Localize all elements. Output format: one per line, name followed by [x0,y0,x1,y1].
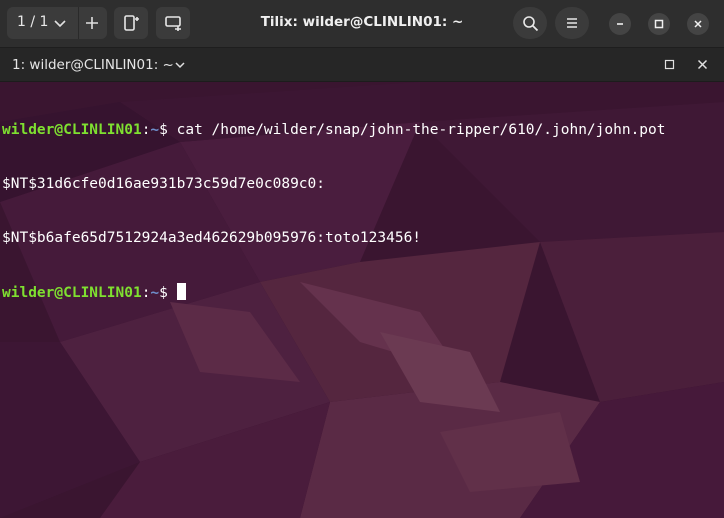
tilix-window: 1 / 1 Tilix: wilder@CLINLIN01: ~ 1: wild… [0,0,724,518]
hamburger-menu-icon [567,18,577,28]
prompt-user: wilder@CLINLIN01 [2,285,142,301]
add-terminal-right-icon [124,15,139,31]
minimize-icon [617,23,623,25]
divider [78,7,79,39]
prompt-path: ~ [150,122,160,138]
menu-button[interactable] [555,7,589,39]
search-button[interactable] [513,7,547,39]
prompt-line: wilder@CLINLIN01:~$ [2,283,666,301]
terminal-title-bar[interactable]: 1: wilder@CLINLIN01: ~ [0,48,724,82]
terminal-cursor [176,283,186,300]
terminal-close-icon[interactable] [697,59,708,70]
prompt-path: ~ [150,285,160,301]
chevron-down-icon[interactable] [174,59,186,71]
add-terminal-right-button[interactable] [114,7,148,39]
close-icon [694,20,702,28]
terminal-title[interactable]: 1: wilder@CLINLIN01: ~ [12,57,174,73]
output-line: $NT$b6afe65d7512924a3ed462629b095976:tot… [2,230,422,246]
chevron-down-icon[interactable] [53,16,67,30]
prompt-symbol: $ [159,122,168,138]
prompt-user: wilder@CLINLIN01 [2,122,142,138]
plus-icon[interactable] [83,14,101,32]
window-title: Tilix: wilder@CLINLIN01: ~ [260,14,464,30]
session-count: 1 / 1 [17,14,49,30]
terminal-output: wilder@CLINLIN01:~$ cat /home/wilder/sna… [2,85,666,337]
session-switcher[interactable]: 1 / 1 [7,7,107,39]
terminal-view[interactable]: wilder@CLINLIN01:~$ cat /home/wilder/sna… [0,82,724,518]
header-bar: 1 / 1 Tilix: wilder@CLINLIN01: ~ [0,0,724,48]
search-icon [523,16,539,32]
output-line: $NT$31d6cfe0d16ae931b73c59d7e0c089c0: [2,176,326,192]
prompt-symbol: $ [159,285,168,301]
close-button[interactable] [687,13,709,35]
add-terminal-down-button[interactable] [156,7,190,39]
maximize-button[interactable] [648,13,670,35]
command-text: cat /home/wilder/snap/john-the-ripper/61… [167,122,666,138]
add-terminal-down-icon [165,16,181,31]
maximize-icon [654,19,664,29]
minimize-button[interactable] [609,13,631,35]
terminal-maximize-icon[interactable] [664,59,675,70]
command-line: wilder@CLINLIN01:~$ cat /home/wilder/sna… [2,121,666,139]
